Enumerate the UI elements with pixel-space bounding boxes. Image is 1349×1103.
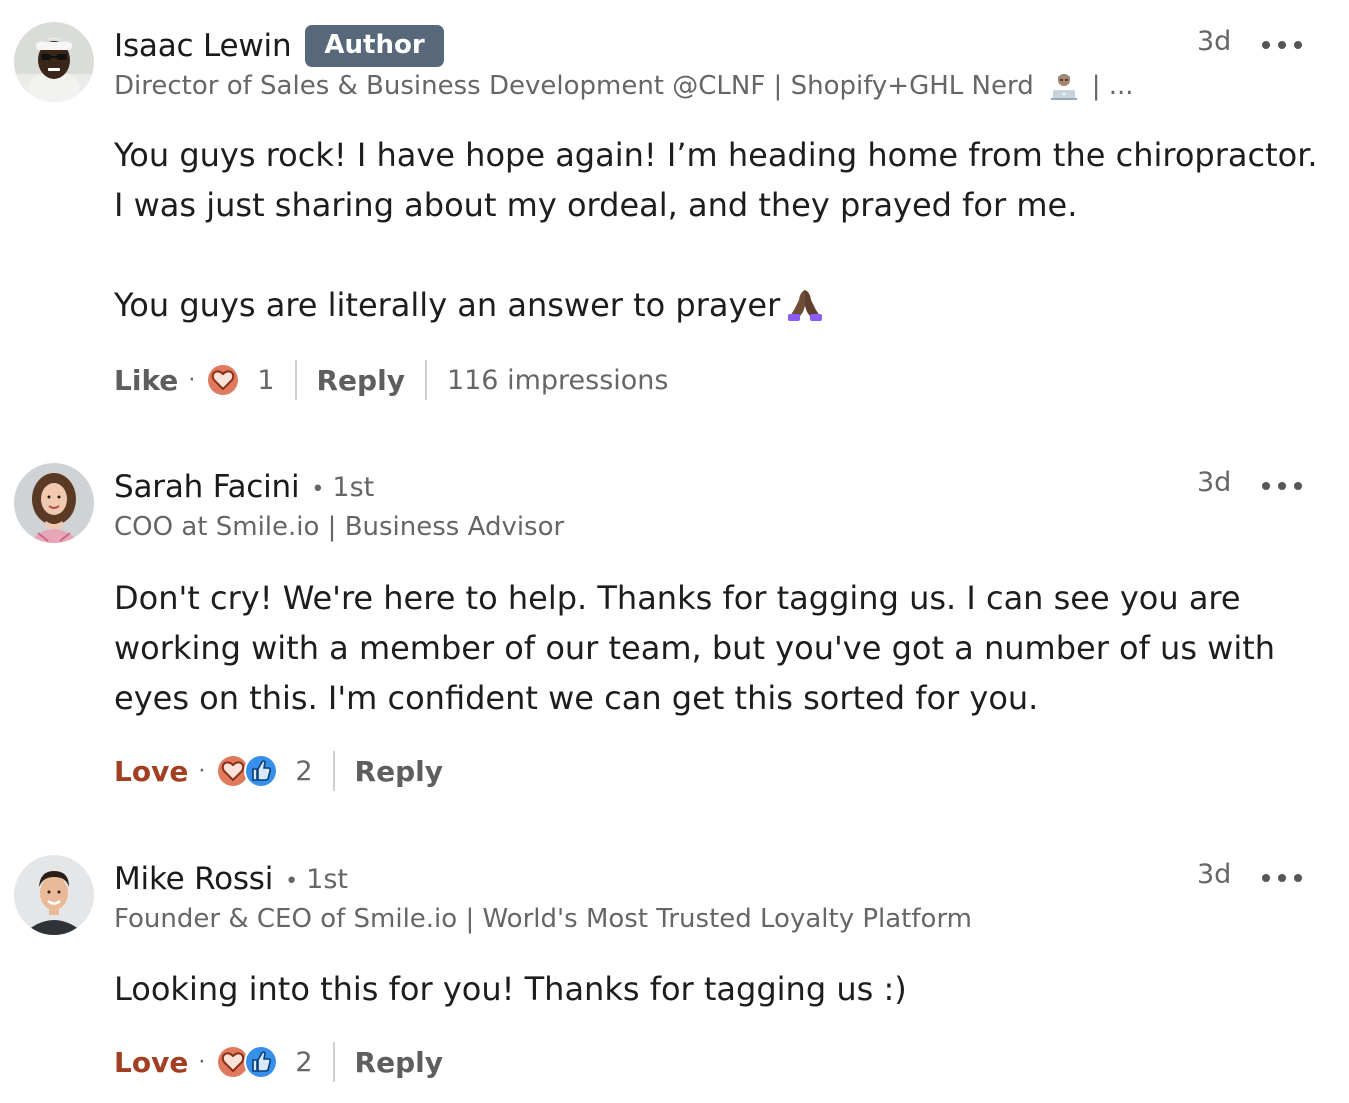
technologist-emoji: [1048, 70, 1080, 102]
more-options-icon[interactable]: [1262, 863, 1302, 893]
more-options-icon[interactable]: [1262, 471, 1302, 501]
comment-body: You guys rock! I have hope again! I’m he…: [114, 130, 1334, 330]
reactions-summary[interactable]: 1: [205, 362, 275, 398]
reply-button[interactable]: Reply: [317, 364, 405, 397]
folded-hands-emoji: [786, 286, 824, 322]
comment-actions: Love · 2 Reply: [114, 1040, 443, 1084]
like-reaction-icon: [244, 1045, 279, 1079]
separator-dot: ·: [198, 758, 206, 784]
author-headline: Director of Sales & Business Development…: [114, 68, 1134, 104]
comment-text: Don't cry! We're here to help. Thanks fo…: [114, 579, 1276, 717]
reaction-count: 2: [295, 1046, 313, 1078]
divider: [424, 360, 427, 400]
headline-text: Founder & CEO of Smile.io | World's Most…: [114, 904, 972, 934]
author-headline: Founder & CEO of Smile.io | World's Most…: [114, 901, 972, 937]
author-name[interactable]: Isaac Lewin: [114, 28, 292, 64]
reactions-summary[interactable]: 2: [215, 1044, 313, 1080]
reaction-count: 2: [295, 755, 313, 787]
comment-body: Don't cry! We're here to help. Thanks fo…: [114, 573, 1334, 723]
love-button[interactable]: Love: [114, 1046, 188, 1079]
comment-text: You guys rock! I have hope again! I’m he…: [114, 136, 1318, 224]
reactions-summary[interactable]: 2: [215, 753, 313, 789]
connection-degree: • 1st: [285, 863, 348, 895]
author-headline: COO at Smile.io | Business Advisor: [114, 509, 564, 545]
more-options-icon[interactable]: [1262, 30, 1302, 60]
divider: [332, 751, 335, 791]
avatar[interactable]: [14, 22, 94, 102]
headline-truncation: | ...: [1091, 71, 1134, 101]
headline-text: COO at Smile.io | Business Advisor: [114, 512, 565, 542]
avatar[interactable]: [14, 463, 94, 543]
comment-text: Looking into this for you! Thanks for ta…: [114, 970, 907, 1008]
comment-body: Looking into this for you! Thanks for ta…: [114, 964, 1334, 1014]
reply-button[interactable]: Reply: [355, 1046, 443, 1079]
divider: [332, 1042, 335, 1082]
like-button[interactable]: Like: [114, 364, 178, 397]
comment-text: You guys are literally an answer to pray…: [114, 280, 1334, 330]
impressions-count[interactable]: 116 impressions: [447, 365, 669, 396]
divider: [294, 360, 297, 400]
separator-dot: ·: [198, 1049, 206, 1075]
author-name[interactable]: Mike Rossi: [114, 861, 273, 897]
timestamp[interactable]: 3d: [1197, 26, 1231, 57]
headline-text: Director of Sales & Business Development…: [114, 71, 1034, 101]
comment-actions: Like · 1 Reply 116 impressions: [114, 358, 668, 402]
author-badge: Author: [305, 25, 444, 67]
timestamp[interactable]: 3d: [1197, 467, 1231, 498]
separator-dot: ·: [188, 367, 196, 393]
reaction-count: 1: [257, 364, 275, 396]
like-reaction-icon: [244, 754, 279, 788]
reply-button[interactable]: Reply: [355, 755, 443, 788]
love-button[interactable]: Love: [114, 755, 188, 788]
avatar[interactable]: [14, 855, 94, 935]
love-reaction-icon: [206, 363, 241, 397]
author-name[interactable]: Sarah Facini: [114, 469, 300, 505]
comment-actions: Love · 2 Reply: [114, 749, 443, 793]
connection-degree: • 1st: [311, 471, 375, 503]
timestamp[interactable]: 3d: [1197, 859, 1231, 890]
